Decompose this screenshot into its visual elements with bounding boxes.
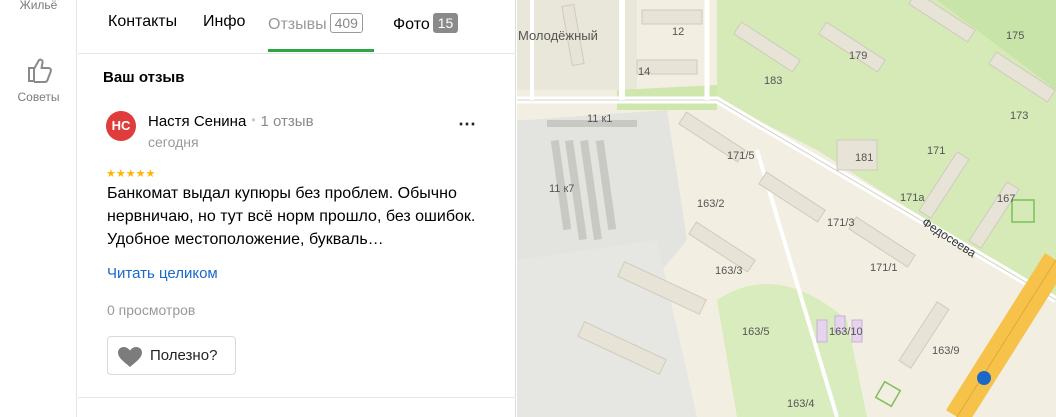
reviews-count-badge: 409: [329, 13, 363, 33]
avatar[interactable]: НС: [106, 111, 136, 141]
read-more-link[interactable]: Читать целиком: [107, 265, 218, 282]
review-author-line: Настя Сенина • 1 отзыв: [148, 113, 314, 130]
thumbs-up-icon: [27, 58, 52, 83]
tab-photo-label: Фото: [393, 16, 430, 33]
useful-button[interactable]: Полезно?: [107, 336, 236, 375]
map-house-label: 163/10: [829, 326, 863, 338]
map-canvas: [517, 0, 1056, 417]
rating-stars: ★★★★★: [106, 168, 156, 180]
tab-reviews[interactable]: Отзывы 409: [268, 13, 363, 34]
more-options-icon[interactable]: ⋯: [458, 114, 477, 135]
map-house-label: 183: [764, 75, 783, 87]
separator-dot: •: [251, 113, 256, 127]
review-date: сегодня: [148, 134, 199, 150]
author-name[interactable]: Настя Сенина: [148, 113, 246, 130]
your-review-heading: Ваш отзыв: [103, 69, 185, 86]
map-house-label: 171/3: [827, 217, 855, 229]
photo-count-badge: 15: [432, 13, 459, 33]
heart-icon: [118, 347, 142, 367]
rail-item-tips[interactable]: Советы: [0, 56, 77, 104]
map-view[interactable]: Молодёжный Федосеева 12 14 11 к1 11 к7 1…: [517, 0, 1056, 417]
tab-reviews-label: Отзывы: [268, 16, 327, 33]
map-house-label: 171/5: [727, 150, 755, 162]
tab-bar: Контакты Инфо Отзывы 409 Фото 15: [78, 0, 516, 54]
business-card-panel: Контакты Инфо Отзывы 409 Фото 15 Ваш отзыв…: [78, 0, 516, 417]
review-text: Банкомат выдал купюры без проблем. Обычн…: [107, 185, 476, 248]
map-house-label: 179: [849, 50, 868, 62]
map-house-label: 171: [927, 145, 946, 157]
map-house-label: 14: [638, 66, 651, 78]
map-house-label: 171/1: [870, 262, 898, 274]
map-house-label: 167: [997, 193, 1016, 205]
active-tab-indicator: [268, 49, 374, 52]
map-house-label: 11 к7: [549, 183, 575, 195]
rail-item-housing[interactable]: Жильё: [0, 0, 77, 12]
map-house-label: 173: [1010, 110, 1029, 122]
map-house-label: 163/3: [715, 265, 743, 277]
tab-contacts[interactable]: Контакты: [108, 13, 177, 31]
tab-info-label: Инфо: [203, 13, 246, 30]
map-house-label: 171а: [900, 192, 925, 204]
rail-item-tips-label: Советы: [17, 90, 60, 104]
divider: [78, 397, 516, 398]
tab-info[interactable]: Инфо: [203, 13, 245, 31]
tab-photo[interactable]: Фото 15: [393, 13, 459, 34]
map-house-label: 11 к1: [587, 113, 613, 125]
map-house-label: 163/9: [932, 345, 960, 357]
map-house-label: 175: [1006, 30, 1025, 42]
views-count: 0 просмотров: [107, 302, 196, 318]
left-rail: Жильё Советы: [0, 0, 77, 417]
useful-button-label: Полезно?: [150, 347, 218, 364]
rail-item-housing-label: Жильё: [19, 0, 58, 12]
map-house-label: 181: [855, 152, 874, 164]
map-house-label: 163/5: [742, 326, 770, 338]
map-house-label: 163/2: [697, 198, 725, 210]
map-house-label: 12: [672, 26, 685, 38]
map-house-label: 163/4: [787, 398, 815, 410]
district-label: Молодёжный: [518, 28, 598, 43]
tab-contacts-label: Контакты: [108, 13, 178, 30]
author-review-count: 1 отзыв: [260, 113, 314, 130]
